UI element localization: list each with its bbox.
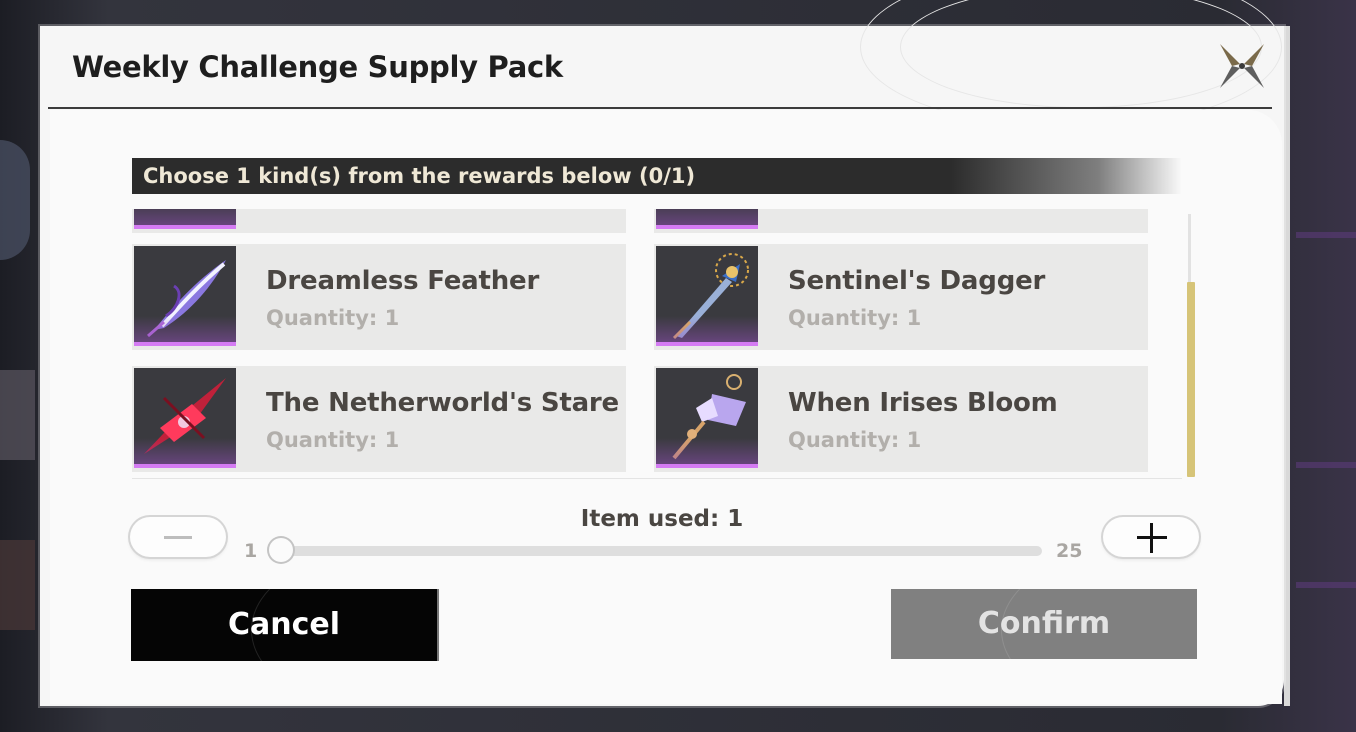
list-divider	[132, 478, 1182, 479]
cancel-button[interactable]: Cancel	[131, 589, 439, 661]
reward-card[interactable]: Dreamless Feather Quantity: 1	[132, 244, 626, 350]
reward-quantity: Quantity: 1	[266, 306, 400, 330]
reward-name: Sentinel's Dagger	[788, 266, 1046, 296]
reward-quantity: Quantity: 1	[788, 306, 922, 330]
reward-card-partial[interactable]	[654, 209, 1148, 233]
reward-thumb	[656, 368, 758, 468]
quantity-slider-knob[interactable]	[269, 538, 293, 562]
reward-name: When Irises Bloom	[788, 388, 1058, 418]
close-x-icon	[1220, 44, 1264, 88]
quantity-slider-track[interactable]	[282, 546, 1042, 556]
item-used-label: Item used: 1	[580, 506, 744, 532]
reward-thumb	[134, 209, 236, 229]
reward-card[interactable]: When Irises Bloom Quantity: 1	[654, 366, 1148, 472]
reward-thumb	[656, 209, 758, 229]
dialog-edge	[1284, 26, 1290, 706]
close-button[interactable]	[1212, 40, 1272, 92]
reward-name: Dreamless Feather	[266, 266, 540, 296]
decrease-button[interactable]	[130, 517, 226, 557]
title-divider	[48, 107, 1272, 109]
slider-max-label: 25	[1056, 540, 1083, 562]
reward-name: The Netherworld's Stare	[266, 388, 619, 418]
slider-min-label: 1	[244, 540, 258, 562]
dialog-title: Weekly Challenge Supply Pack	[72, 50, 563, 84]
increase-button[interactable]	[1103, 517, 1199, 557]
reward-card[interactable]: The Netherworld's Stare Quantity: 1	[132, 366, 626, 472]
reward-thumb	[134, 368, 236, 468]
reward-card-partial[interactable]	[132, 209, 626, 233]
minus-icon	[164, 536, 192, 539]
reward-list[interactable]: Dreamless Feather Quantity: 1 Sentinel's…	[132, 209, 1162, 477]
confirm-button[interactable]: Confirm	[891, 589, 1197, 659]
selection-instruction: Choose 1 kind(s) from the rewards below …	[132, 158, 1182, 194]
reward-thumb	[656, 246, 758, 346]
reward-card[interactable]: Sentinel's Dagger Quantity: 1	[654, 244, 1148, 350]
scrollbar-thumb[interactable]	[1187, 282, 1195, 477]
reward-quantity: Quantity: 1	[788, 428, 922, 452]
supply-pack-dialog: Weekly Challenge Supply Pack Choose 1 ki…	[40, 0, 1284, 706]
reward-quantity: Quantity: 1	[266, 428, 400, 452]
reward-thumb	[134, 246, 236, 346]
